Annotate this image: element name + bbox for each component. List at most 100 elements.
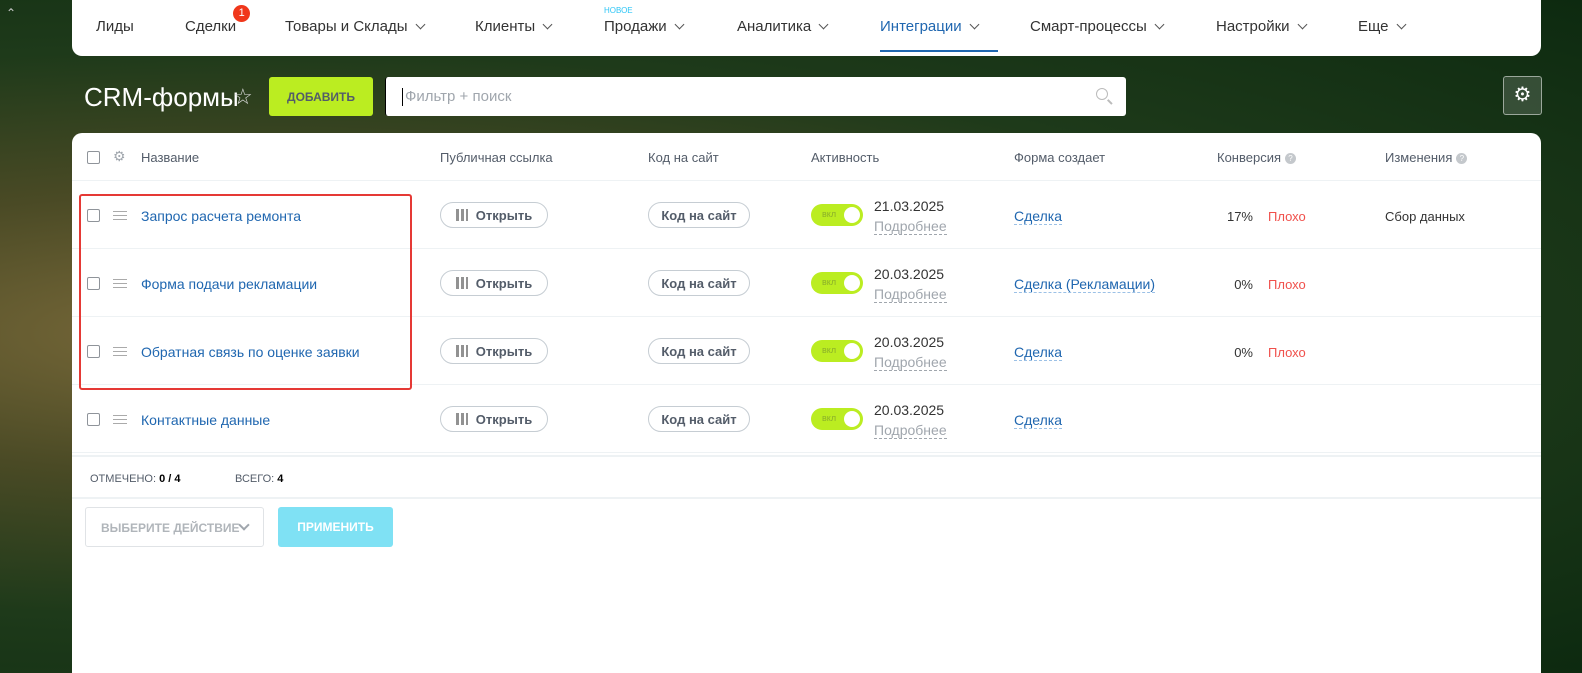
table-header: ⚙ Название Публичная ссылка Код на сайт …	[72, 133, 1541, 181]
value: 0 / 4	[159, 473, 181, 485]
select-all-checkbox[interactable]	[87, 151, 100, 164]
creates-entity-link[interactable]: Сделка (Рекламации)	[1014, 276, 1156, 293]
nav-label: Аналитика	[737, 18, 812, 35]
header-label: Конверсия	[1217, 150, 1282, 165]
help-icon[interactable]: ?	[1456, 153, 1468, 164]
page-title: CRM-формы	[84, 82, 239, 112]
toggle-label: вкл	[822, 345, 837, 355]
form-name-link[interactable]: Контактные данные	[141, 412, 270, 428]
qr-code-icon	[455, 413, 468, 425]
creates-entity-link[interactable]: Сделка	[1014, 208, 1062, 225]
activity-toggle[interactable]: вкл	[811, 272, 863, 294]
header-conversion[interactable]: Конверсия?	[1217, 150, 1297, 165]
activity-date: 20.03.2025	[874, 266, 945, 282]
chevron-down-icon	[1154, 19, 1165, 30]
nav-label: Настройки	[1216, 18, 1290, 35]
conversion-rating: Плохо	[1268, 345, 1306, 360]
conversion-value: 17%	[1226, 209, 1253, 224]
nav-label: Еще	[1358, 18, 1389, 35]
qr-code-icon	[455, 209, 468, 221]
open-button[interactable]: Открыть	[440, 202, 548, 228]
search-input[interactable]: Фильтр + поиск	[385, 77, 1126, 116]
table-footer: ОТМЕЧЕНО: 0 / 4 ВСЕГО: 4	[72, 455, 1541, 499]
details-link[interactable]: Подробнее	[874, 354, 947, 371]
nav-label: Клиенты	[475, 18, 536, 35]
conversion-rating: Плохо	[1268, 209, 1306, 224]
activity-toggle[interactable]: вкл	[811, 408, 863, 430]
text-caret	[402, 87, 403, 106]
chevron-down-icon	[238, 519, 250, 531]
details-link[interactable]: Подробнее	[874, 422, 947, 439]
conversion-rating: Плохо	[1268, 277, 1306, 292]
chevron-down-icon	[542, 19, 553, 30]
site-code-button[interactable]: Код на сайт	[648, 338, 750, 364]
nav-more[interactable]: Еще	[1358, 18, 1406, 35]
nav-label: Интеграции	[880, 18, 962, 35]
nav-label: Продажи	[604, 18, 667, 35]
chevron-down-icon	[1297, 19, 1308, 30]
search-icon[interactable]	[1096, 88, 1108, 100]
label: ВСЕГО:	[235, 473, 275, 485]
site-code-button[interactable]: Код на сайт	[648, 406, 750, 432]
search-placeholder: Фильтр + поиск	[405, 88, 512, 105]
nav-label: Сделки	[185, 18, 237, 35]
toggle-knob	[844, 275, 860, 291]
header-activity[interactable]: Активность	[811, 150, 879, 165]
nav-deals[interactable]: Сделки 1	[185, 5, 251, 35]
add-button[interactable]: ДОБАВИТЬ	[269, 77, 373, 116]
details-link[interactable]: Подробнее	[874, 218, 947, 235]
changes-status: Сбор данных	[1385, 209, 1465, 224]
nav-clients[interactable]: Клиенты	[475, 18, 553, 35]
help-icon[interactable]: ?	[1285, 153, 1297, 164]
site-code-button[interactable]: Код на сайт	[648, 270, 750, 296]
selected-count: ОТМЕЧЕНО: 0 / 4	[90, 473, 180, 485]
header-changes[interactable]: Изменения?	[1385, 150, 1468, 165]
conversion-value: 0%	[1234, 345, 1253, 360]
drag-handle-icon[interactable]	[113, 415, 127, 424]
column-settings-gear-icon[interactable]: ⚙	[113, 148, 126, 165]
nav-label: Лиды	[96, 18, 134, 35]
details-link[interactable]: Подробнее	[874, 286, 947, 303]
header-name[interactable]: Название	[141, 150, 199, 165]
nav-goods[interactable]: Товары и Склады	[285, 18, 425, 35]
total-count: ВСЕГО: 4	[235, 473, 283, 485]
nav-leads[interactable]: Лиды	[96, 18, 134, 35]
site-code-button[interactable]: Код на сайт	[648, 202, 750, 228]
value: 4	[277, 473, 284, 485]
nav-settings[interactable]: Настройки	[1216, 18, 1308, 35]
open-label: Открыть	[475, 207, 533, 223]
creates-entity-link[interactable]: Сделка	[1014, 412, 1062, 429]
forms-table: ⚙ Название Публичная ссылка Код на сайт …	[72, 133, 1541, 673]
header-creates[interactable]: Форма создает	[1014, 150, 1105, 165]
chevron-down-icon	[818, 19, 829, 30]
open-button[interactable]: Открыть	[440, 406, 548, 432]
nav-integrations[interactable]: Интеграции	[880, 18, 998, 52]
nav-label: Товары и Склады	[285, 18, 408, 35]
header-label: Изменения	[1385, 150, 1453, 165]
nav-smart-processes[interactable]: Смарт-процессы	[1030, 18, 1165, 35]
nav-analytics[interactable]: Аналитика	[737, 18, 829, 35]
activity-date: 20.03.2025	[874, 402, 945, 418]
toggle-label: вкл	[822, 209, 837, 219]
new-tag: НОВОЕ	[604, 6, 633, 15]
scroll-up-icon[interactable]: ⌃	[6, 6, 16, 20]
header-public-link[interactable]: Публичная ссылка	[440, 150, 553, 165]
apply-button[interactable]: ПРИМЕНИТЬ	[278, 507, 393, 547]
activity-toggle[interactable]: вкл	[811, 340, 863, 362]
open-button[interactable]: Открыть	[440, 338, 548, 364]
star-icon[interactable]: ☆	[233, 84, 253, 110]
activity-toggle[interactable]: вкл	[811, 204, 863, 226]
open-label: Открыть	[475, 411, 533, 427]
activity-date: 20.03.2025	[874, 334, 945, 350]
table-row: Контактные данные Открыть Код на сайт вк…	[72, 385, 1541, 453]
settings-gear-button[interactable]: ⚙	[1503, 76, 1542, 115]
header-code[interactable]: Код на сайт	[648, 150, 719, 165]
open-label: Открыть	[475, 343, 533, 359]
open-button[interactable]: Открыть	[440, 270, 548, 296]
nav-sales[interactable]: НОВОЕ Продажи	[604, 6, 685, 35]
row-checkbox[interactable]	[87, 413, 100, 426]
activity-date: 21.03.2025	[874, 198, 945, 214]
creates-entity-link[interactable]: Сделка	[1014, 344, 1062, 361]
action-select[interactable]: ВЫБЕРИТЕ ДЕЙСТВИЕ	[85, 507, 264, 547]
qr-code-icon	[455, 277, 468, 289]
